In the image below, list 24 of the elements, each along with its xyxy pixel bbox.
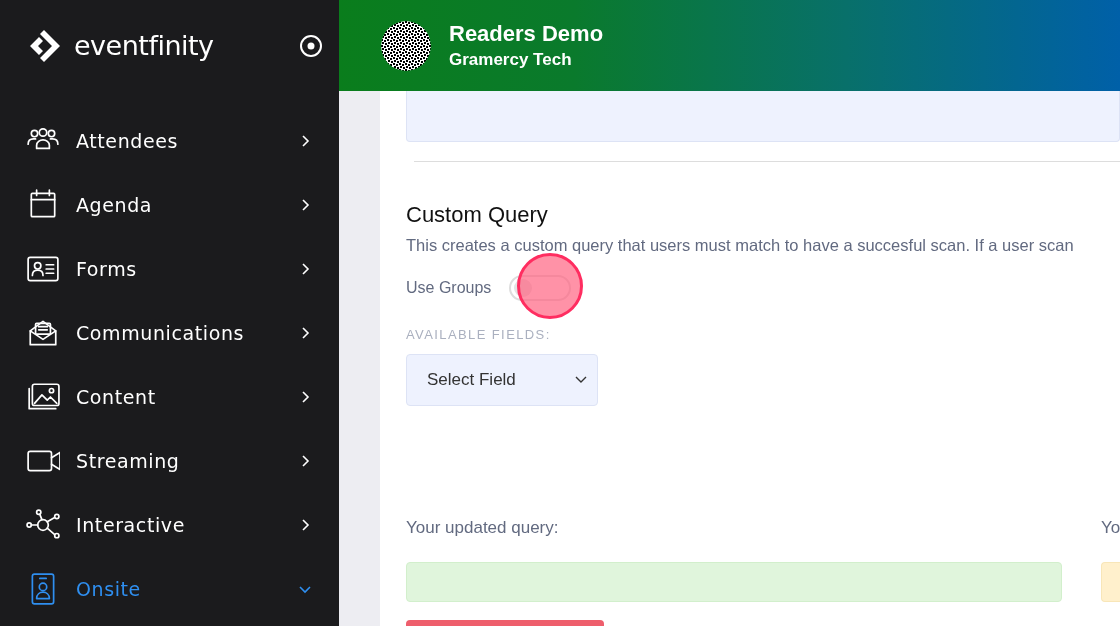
network-icon xyxy=(26,508,60,542)
sidebar-item[interactable]: Onsite xyxy=(0,557,339,621)
toggle-label: Use Groups xyxy=(406,279,492,297)
select-dropdown[interactable]: Select Field xyxy=(406,354,598,406)
query-output-field xyxy=(1101,562,1120,602)
organization-name: Gramercy Tech xyxy=(449,50,573,70)
sidebar-item[interactable]: Communications xyxy=(0,301,339,365)
input-field[interactable] xyxy=(406,91,1120,142)
avatar-icon xyxy=(381,20,431,71)
query-label: Yo xyxy=(1101,518,1120,538)
field-label: AVAILABLE FIELDS: xyxy=(406,327,552,342)
logo-text: eventfinity xyxy=(74,30,214,61)
sidebar-item[interactable]: Agenda xyxy=(0,173,339,237)
sidebar-item[interactable]: Content xyxy=(0,365,339,429)
caret-icon xyxy=(575,376,587,384)
event-title: Readers Demo xyxy=(449,21,604,47)
sidebar-item[interactable]: Attendees xyxy=(0,109,339,173)
section-heading: Custom Query xyxy=(406,202,549,228)
sidebar-item[interactable]: Streaming xyxy=(0,429,339,493)
sidebar-item[interactable]: Interactive xyxy=(0,493,339,557)
target-icon[interactable] xyxy=(299,33,323,58)
section-description: This creates a custom query that users must match to have a succesful scan. If a user scan xyxy=(406,236,1075,255)
sidebar-item[interactable]: Forms xyxy=(0,237,339,301)
query-label: Your updated query: xyxy=(406,518,560,538)
